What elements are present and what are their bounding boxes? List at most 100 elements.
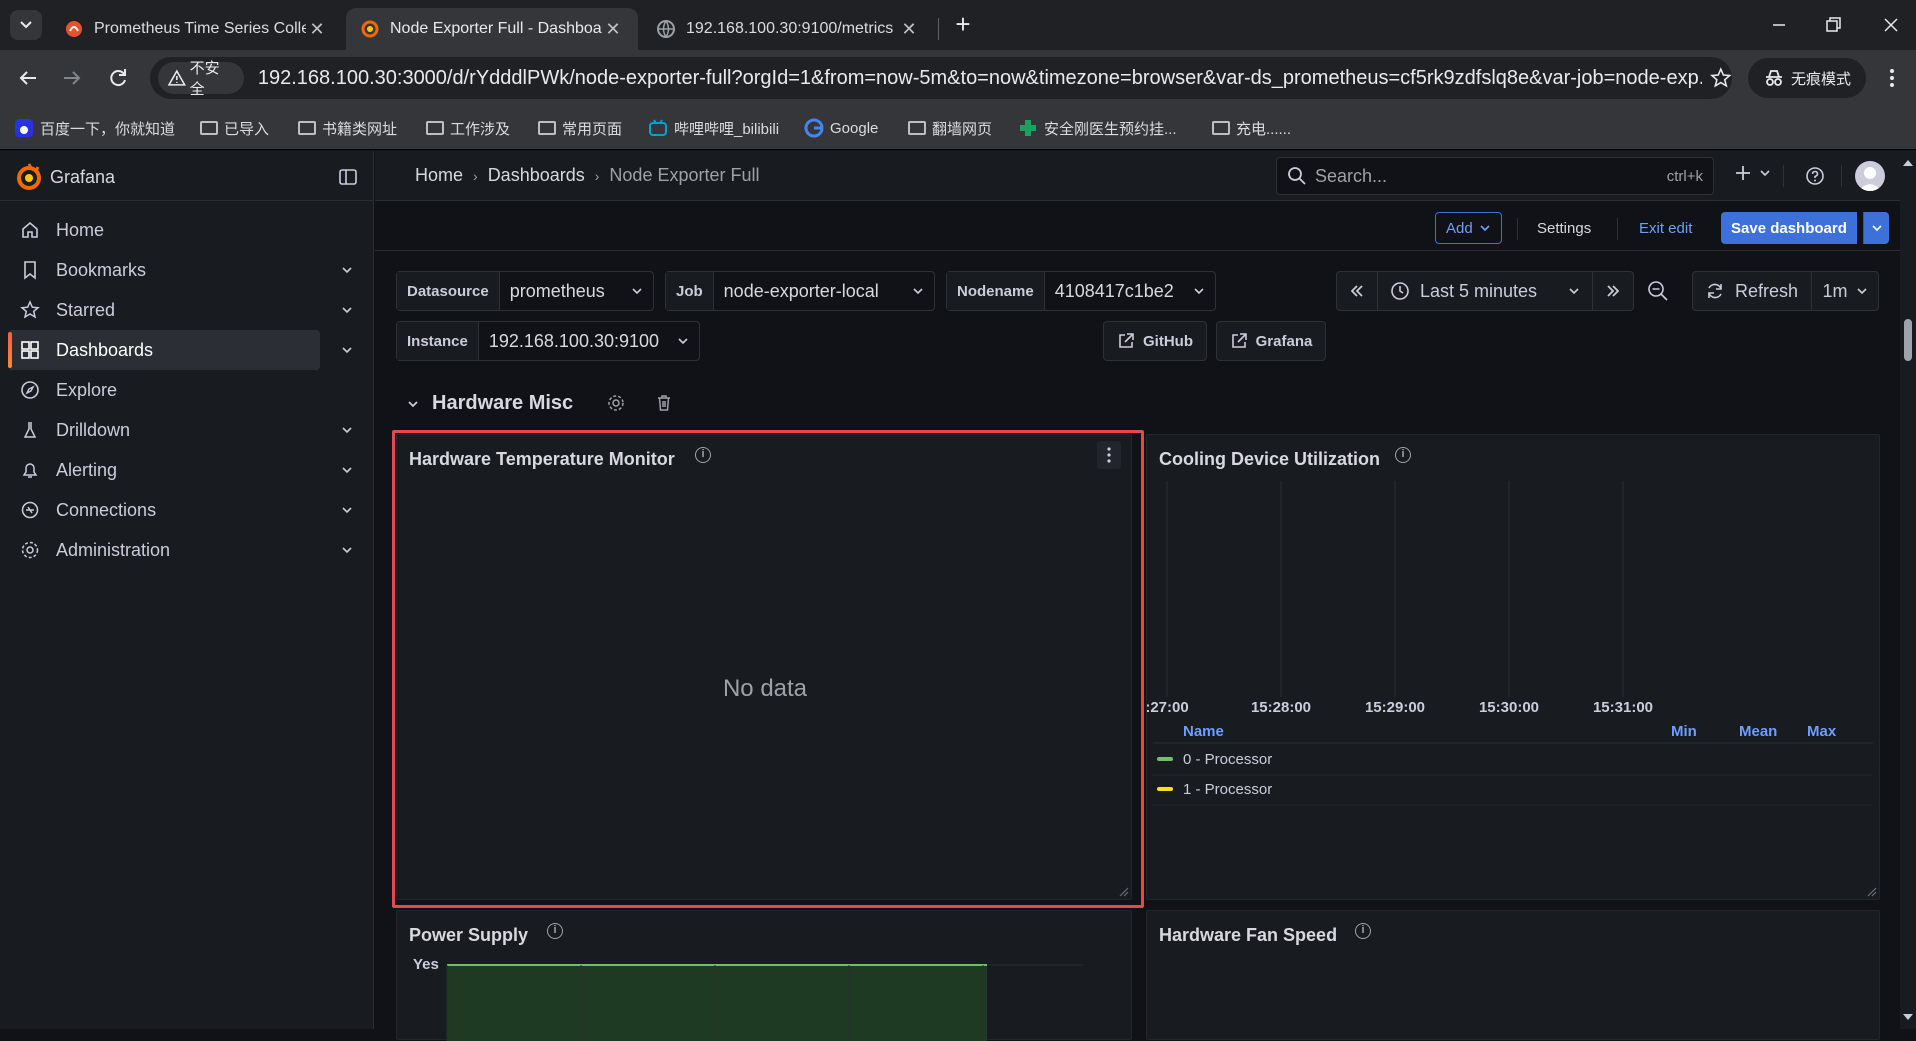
nav-item-administration[interactable]: Administration <box>8 530 320 570</box>
back-button[interactable] <box>14 64 42 92</box>
restore-icon <box>1826 17 1841 32</box>
exit-edit-button[interactable]: Exit edit <box>1639 212 1692 244</box>
nav-item-drilldown[interactable]: Drilldown <box>8 410 320 450</box>
bookmark-work[interactable]: 工作涉及 <box>426 116 510 140</box>
variable-nodename[interactable]: Nodename 4108417c1be2 <box>946 271 1216 311</box>
info-icon[interactable]: i <box>1395 447 1411 463</box>
browser-tab-metrics[interactable]: 192.168.100.30:9100/metrics ✕ <box>642 8 934 50</box>
browser-tab-prometheus[interactable]: Prometheus Time Series Colle ✕ <box>50 8 342 50</box>
help-button[interactable] <box>1805 166 1825 186</box>
browser-tab-dashboard[interactable]: Node Exporter Full - Dashboa ✕ <box>346 8 638 50</box>
minimize-window-button[interactable] <box>1764 10 1794 40</box>
time-shift-back-button[interactable] <box>1336 271 1378 311</box>
bookmarks-bar: 百度一下，你就知道 已导入 书籍类网址 工作涉及 常用页面 哔哩哔哩_bilib… <box>0 106 1916 150</box>
close-window-button[interactable] <box>1876 10 1906 40</box>
bookmark-vpn[interactable]: 翻墙网页 <box>908 116 992 140</box>
search-input[interactable]: Search... ctrl+k <box>1276 157 1714 195</box>
nav-item-home[interactable]: Home <box>8 210 320 250</box>
browser-menu-button[interactable] <box>1882 64 1902 92</box>
reload-button[interactable] <box>104 64 132 92</box>
avatar[interactable] <box>1855 161 1885 191</box>
time-shift-forward-button[interactable] <box>1592 271 1634 311</box>
close-tab-icon[interactable]: ✕ <box>602 19 624 40</box>
scrollbar-thumb[interactable] <box>1904 319 1912 361</box>
address-bar[interactable]: 不安全 192.168.100.30:3000/d/rYdddlPWk/node… <box>150 57 1732 99</box>
chevron-down-icon[interactable] <box>340 543 354 557</box>
resize-handle-icon[interactable] <box>1865 885 1877 897</box>
nav-label: Alerting <box>56 459 118 480</box>
grafana-logo[interactable]: Grafana <box>14 162 115 192</box>
chevron-down-icon[interactable] <box>340 463 354 477</box>
add-button[interactable]: Add <box>1435 212 1502 244</box>
info-icon[interactable]: i <box>547 923 563 939</box>
scroll-down-icon[interactable] <box>1902 1013 1914 1023</box>
star-icon[interactable] <box>1710 67 1732 89</box>
connections-icon <box>18 498 42 522</box>
tab-search-button[interactable] <box>10 10 42 40</box>
panel-cooling-device[interactable]: Cooling Device Utilization i :27:00 15:28… <box>1146 434 1880 900</box>
bookmark-hospital[interactable]: 安全刚医生预约挂... <box>1018 116 1177 140</box>
page-scrollbar[interactable] <box>1900 151 1916 1029</box>
row-header-hardware-misc[interactable]: Hardware Misc <box>406 392 573 415</box>
time-range-picker[interactable]: Last 5 minutes <box>1377 271 1593 311</box>
settings-button[interactable]: Settings <box>1537 212 1591 244</box>
incognito-badge[interactable]: 无痕模式 <box>1748 58 1866 98</box>
nav-item-dashboards[interactable]: Dashboards <box>8 330 320 370</box>
legend-swatch <box>1157 787 1173 791</box>
row-settings-button[interactable] <box>607 394 625 412</box>
nav-item-connections[interactable]: Connections <box>8 490 320 530</box>
chevron-down-icon[interactable] <box>340 263 354 277</box>
variable-instance[interactable]: Instance 192.168.100.30:9100 <box>396 321 700 361</box>
security-chip[interactable]: 不安全 <box>158 60 244 98</box>
grafana-link-button[interactable]: Grafana <box>1216 321 1326 361</box>
search-placeholder: Search... <box>1315 165 1388 186</box>
close-icon <box>1884 18 1898 32</box>
bookmark-google[interactable]: Google <box>804 116 878 140</box>
bookmark-charge[interactable]: 充电...... <box>1212 116 1291 140</box>
restore-window-button[interactable] <box>1818 10 1848 40</box>
panel-power-supply[interactable]: Power Supply i Yes <box>396 910 1132 1041</box>
forward-button[interactable] <box>58 64 86 92</box>
divider <box>1617 218 1618 240</box>
nav-item-bookmarks[interactable]: Bookmarks <box>8 250 320 290</box>
variable-select[interactable]: node-exporter-local <box>714 281 934 302</box>
bookmark-imported[interactable]: 已导入 <box>200 116 269 140</box>
dock-menu-button[interactable] <box>338 167 358 187</box>
variable-job[interactable]: Job node-exporter-local <box>665 271 935 311</box>
breadcrumb-dashboards[interactable]: Dashboards <box>488 165 585 186</box>
variable-select[interactable]: 4108417c1be2 <box>1045 281 1215 302</box>
nav-item-starred[interactable]: Starred <box>8 290 320 330</box>
variable-select[interactable]: prometheus <box>500 281 653 302</box>
variable-datasource[interactable]: Datasource prometheus <box>396 271 654 311</box>
save-dashboard-button[interactable]: Save dashboard <box>1721 212 1857 244</box>
nav-item-explore[interactable]: Explore <box>8 370 320 410</box>
row-delete-button[interactable] <box>655 394 673 412</box>
scroll-up-icon[interactable] <box>1902 157 1914 167</box>
chevron-down-icon[interactable] <box>340 423 354 437</box>
new-tab-button[interactable]: + <box>950 11 976 38</box>
info-icon[interactable]: i <box>1355 923 1371 939</box>
legend-header: Mean <box>1739 723 1777 740</box>
bookmark-books[interactable]: 书籍类网址 <box>298 116 397 140</box>
new-menu-button[interactable] <box>1733 163 1771 183</box>
refresh-interval-picker[interactable]: 1m <box>1811 271 1879 311</box>
chevron-down-icon[interactable] <box>340 343 354 357</box>
close-tab-icon[interactable]: ✕ <box>306 19 328 40</box>
save-options-button[interactable] <box>1863 212 1889 244</box>
bookmark-baidu[interactable]: 百度一下，你就知道 <box>14 116 175 140</box>
panel-fan-speed[interactable]: Hardware Fan Speed i <box>1146 910 1880 1040</box>
bookmark-bilibili[interactable]: 哔哩哔哩_bilibili <box>648 116 779 140</box>
nav-label: Home <box>56 219 105 240</box>
breadcrumb-home[interactable]: Home <box>415 165 463 186</box>
bookmark-common[interactable]: 常用页面 <box>538 116 622 140</box>
github-link-button[interactable]: GitHub <box>1103 321 1207 361</box>
zoom-out-button[interactable] <box>1638 271 1678 311</box>
nav-item-alerting[interactable]: Alerting <box>8 450 320 490</box>
refresh-button[interactable]: Refresh <box>1692 271 1812 311</box>
variable-label: Job <box>666 272 714 310</box>
close-tab-icon[interactable]: ✕ <box>898 19 920 40</box>
chevron-down-icon[interactable] <box>340 503 354 517</box>
chevron-down-icon[interactable] <box>340 303 354 317</box>
browser-toolbar: 不安全 192.168.100.30:3000/d/rYdddlPWk/node… <box>0 50 1916 106</box>
variable-select[interactable]: 192.168.100.30:9100 <box>479 331 699 352</box>
